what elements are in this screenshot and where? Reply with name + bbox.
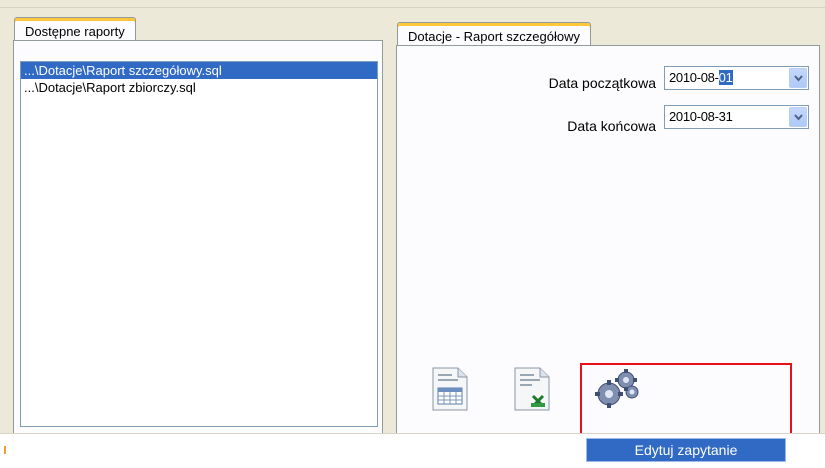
- list-item[interactable]: ...\Dotacje\Raport szczegółowy.sql: [21, 62, 377, 79]
- chevron-down-icon: [794, 75, 803, 82]
- start-date-picker[interactable]: 2010-08-01: [664, 66, 809, 90]
- window-top-bar: [0, 0, 825, 8]
- start-date-selected-segment: 01: [718, 70, 733, 85]
- chevron-down-icon: [794, 114, 803, 121]
- export-excel-button[interactable]: [512, 366, 552, 412]
- end-date-dropdown-button[interactable]: [789, 107, 807, 127]
- end-date-picker[interactable]: 2010-08-31: [664, 105, 809, 129]
- end-date-label: Data końcowa: [567, 118, 656, 134]
- excel-export-icon: [514, 367, 550, 411]
- available-reports-panel: ...\Dotacje\Raport szczegółowy.sql ...\D…: [13, 40, 383, 434]
- start-date-label: Data początkowa: [548, 75, 656, 91]
- tab-available-reports[interactable]: Dostępne raporty: [14, 17, 136, 41]
- start-date-value: 2010-08-: [669, 70, 719, 85]
- tab-report-detail-label: Dotacje - Raport szczegółowy: [408, 29, 580, 44]
- list-item[interactable]: ...\Dotacje\Raport zbiorczy.sql: [21, 79, 377, 96]
- tab-report-detail[interactable]: Dotacje - Raport szczegółowy: [397, 22, 591, 46]
- show-report-button[interactable]: [430, 366, 470, 412]
- edit-query-menu-item[interactable]: Edytuj zapytanie: [586, 438, 786, 462]
- start-date-dropdown-button[interactable]: [789, 68, 807, 88]
- bottom-panel-marker: [4, 446, 6, 454]
- tab-available-reports-label: Dostępne raporty: [25, 24, 125, 39]
- end-date-value: 2010-08-31: [669, 109, 733, 124]
- reports-listbox[interactable]: ...\Dotacje\Raport szczegółowy.sql ...\D…: [20, 61, 378, 427]
- table-report-icon: [432, 367, 468, 411]
